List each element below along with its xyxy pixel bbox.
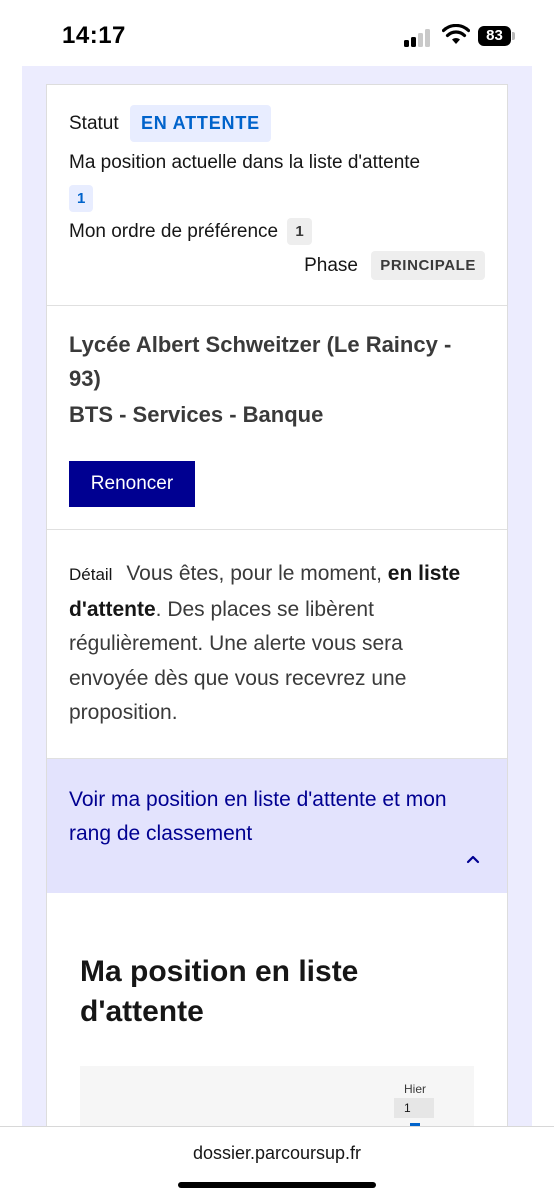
- cellular-signal-icon: [404, 29, 434, 47]
- detail-text: Détail Vous êtes, pour le moment, en lis…: [69, 557, 487, 731]
- browser-address-bar[interactable]: dossier.parcoursup.fr: [0, 1126, 554, 1200]
- waitlist-accordion-header[interactable]: Voir ma position en liste d'attente et m…: [47, 759, 507, 893]
- ios-status-bar: 14:17 83: [0, 0, 554, 66]
- home-indicator[interactable]: [178, 1182, 376, 1188]
- school-section: Lycée Albert Schweitzer (Le Raincy - 93)…: [47, 306, 507, 530]
- detail-text-start: Vous êtes, pour le moment,: [126, 562, 382, 585]
- school-name: Lycée Albert Schweitzer (Le Raincy - 93): [69, 332, 452, 391]
- preference-label: Mon ordre de préférence: [69, 220, 279, 242]
- position-panel-title: Ma position en liste d'attente: [80, 955, 359, 1028]
- chart-column-value: 1: [394, 1098, 434, 1118]
- battery-icon: 83: [478, 26, 516, 46]
- status-time: 14:17: [62, 22, 126, 49]
- status-label: Statut: [69, 112, 119, 134]
- renounce-button[interactable]: Renoncer: [69, 461, 195, 507]
- position-label: Ma position actuelle dans la liste d'att…: [69, 152, 421, 173]
- status-row: Statut EN ATTENTE: [69, 105, 271, 142]
- formation-name: BTS - Services - Banque: [69, 402, 324, 427]
- url-text[interactable]: dossier.parcoursup.fr: [0, 1143, 554, 1164]
- chevron-up-icon[interactable]: [465, 853, 481, 865]
- phase-label: Phase: [304, 254, 358, 276]
- phase-row: Phase PRINCIPALE: [304, 251, 485, 280]
- accordion-title[interactable]: Voir ma position en liste d'attente et m…: [69, 783, 489, 851]
- battery-level: 83: [478, 26, 511, 46]
- detail-section: Détail Vous êtes, pour le moment, en lis…: [47, 530, 507, 759]
- preference-badge: 1: [287, 218, 312, 245]
- wifi-icon: [442, 24, 470, 44]
- phase-badge: PRINCIPALE: [371, 251, 485, 280]
- status-badge: EN ATTENTE: [129, 105, 271, 142]
- chart-column-label: Hier: [404, 1082, 427, 1096]
- voeu-status-section: Statut EN ATTENTE Ma position actuelle d…: [47, 85, 507, 306]
- preference-row: Mon ordre de préférence 1: [69, 218, 312, 245]
- position-badge: 1: [69, 185, 94, 212]
- detail-label: Détail: [69, 565, 113, 584]
- position-row: 1: [69, 185, 94, 212]
